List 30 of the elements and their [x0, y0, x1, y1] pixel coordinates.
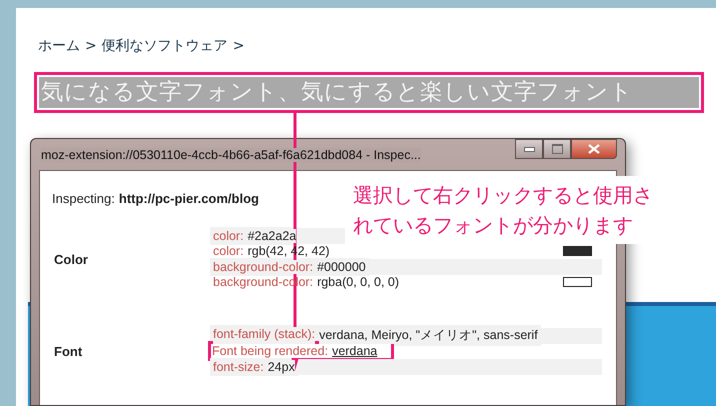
breadcrumb-separator: > — [232, 38, 244, 54]
maximize-button[interactable] — [543, 139, 571, 159]
property-value: verdana, Meiryo, "メイリオ", sans-serif — [319, 327, 538, 344]
property-name: background-color: — [213, 260, 314, 274]
inspected-url: http://pc-pier.com/blog — [118, 191, 259, 206]
property-value: rgba(0, 0, 0, 0) — [317, 275, 400, 290]
color-swatch — [563, 277, 592, 288]
property-value: 24px — [268, 360, 295, 374]
property-name: font-family (stack): — [213, 327, 316, 344]
property-name: color: — [213, 228, 244, 243]
inspecting-label: Inspecting: — [52, 191, 115, 206]
minimize-icon — [524, 146, 534, 152]
section-heading: Font — [53, 344, 84, 359]
section-heading: Color — [53, 252, 89, 266]
property-name: color: — [213, 244, 244, 258]
close-button[interactable] — [571, 139, 617, 159]
property-name: Font being rendered: — [212, 344, 328, 358]
minimize-button[interactable] — [515, 139, 543, 159]
close-icon — [588, 144, 600, 154]
breadcrumb-link[interactable]: 便利なソフトウェア — [102, 37, 228, 55]
annotation-text: れているフォントが分かります — [353, 212, 634, 239]
breadcrumb-separator: > — [85, 38, 97, 54]
breadcrumb-link[interactable]: ホーム — [38, 37, 80, 55]
page-title: 気になる文字フォント、気にすると楽しい文字フォント — [39, 77, 699, 108]
property-link[interactable]: verdana — [332, 344, 378, 358]
annotation-text: 選択して右クリックすると使用さ — [353, 182, 654, 209]
window-title: moz-extension://0530110e-4ccb-4b66-a5af-f6a621dbd084 - Inspec... — [41, 148, 421, 162]
property-value: #000000 — [317, 260, 366, 274]
maximize-icon — [552, 144, 562, 154]
property-name: font-size: — [213, 360, 264, 374]
